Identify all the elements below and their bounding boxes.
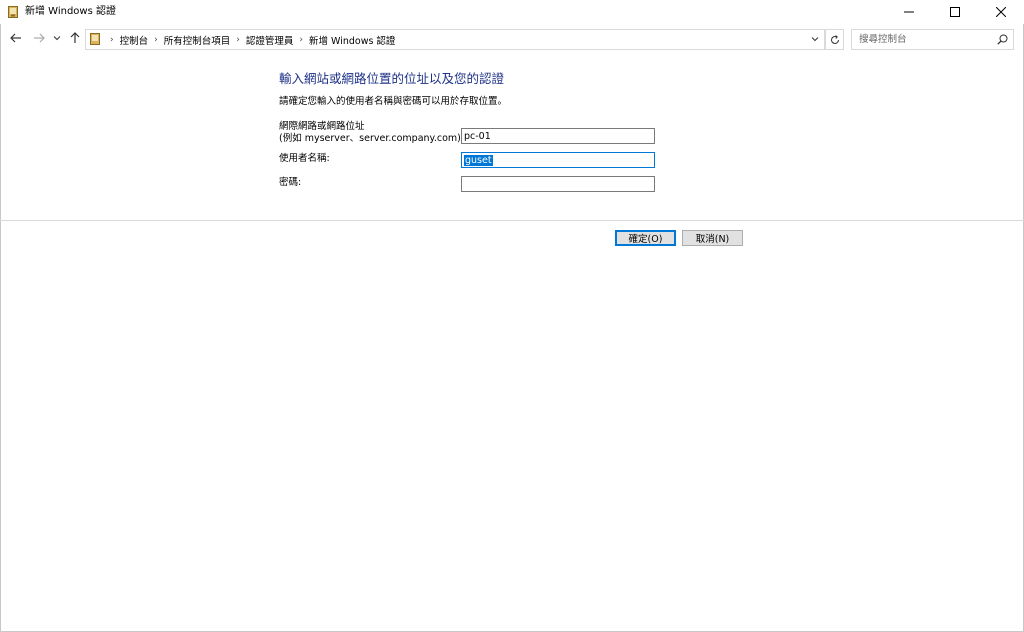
address-field[interactable]	[461, 128, 655, 144]
chevron-right-icon: ›	[236, 34, 240, 45]
page-subtitle: 請確定您輸入的使用者名稱與密碼可以用於存取位置。	[279, 96, 508, 107]
address-bar[interactable]: › 控制台 › 所有控制台項目 › 認證管理員 › 新增 Windows 認證	[85, 29, 825, 50]
username-selected-text: guset	[464, 154, 493, 166]
username-label: 使用者名稱:	[279, 153, 330, 164]
forward-button[interactable]	[31, 30, 47, 46]
ok-button[interactable]: 確定(O)	[615, 230, 676, 246]
arrow-left-icon	[10, 33, 21, 43]
minimize-button[interactable]	[886, 0, 932, 24]
title-bar: 新增 Windows 認證	[0, 0, 1024, 24]
breadcrumb-add-windows-credential[interactable]: 新增 Windows 認證	[309, 33, 395, 47]
window-frame	[0, 0, 1024, 632]
recent-locations-button[interactable]	[51, 30, 63, 46]
address-label-line1: 網際網路或網路位址	[279, 121, 365, 132]
chevron-right-icon: ›	[154, 34, 158, 45]
breadcrumb: › 控制台 › 所有控制台項目 › 認證管理員 › 新增 Windows 認證	[104, 32, 395, 47]
arrow-up-icon	[70, 32, 80, 43]
chevron-right-icon: ›	[299, 34, 303, 45]
address-dropdown-button[interactable]	[810, 33, 820, 45]
arrow-right-icon	[34, 33, 45, 43]
close-button[interactable]	[978, 0, 1024, 24]
page-heading: 輸入網站或網路位置的位址以及您的認證	[279, 71, 505, 86]
minimize-icon	[904, 11, 914, 13]
breadcrumb-control-panel[interactable]: 控制台	[120, 33, 149, 47]
control-panel-icon	[90, 33, 100, 45]
maximize-button[interactable]	[932, 0, 978, 24]
divider	[0, 220, 1024, 221]
search-box[interactable]	[851, 29, 1014, 50]
chevron-down-icon	[53, 36, 61, 41]
credential-manager-icon	[8, 6, 18, 18]
search-icon	[997, 34, 1008, 45]
cancel-button[interactable]: 取消(N)	[682, 230, 743, 246]
breadcrumb-credential-manager[interactable]: 認證管理員	[246, 33, 294, 47]
search-input[interactable]	[852, 30, 994, 49]
password-field[interactable]	[461, 176, 655, 192]
refresh-button[interactable]	[825, 29, 844, 50]
address-label-line2: (例如 myserver、server.company.com):	[279, 133, 465, 144]
address-label: 網際網路或網路位址 (例如 myserver、server.company.co…	[279, 121, 464, 145]
window-title: 新增 Windows 認證	[25, 6, 116, 17]
username-field[interactable]: guset	[461, 152, 655, 168]
close-icon	[996, 7, 1006, 17]
breadcrumb-all-items[interactable]: 所有控制台項目	[164, 33, 231, 47]
password-label: 密碼:	[279, 177, 302, 188]
back-button[interactable]	[8, 30, 24, 46]
maximize-icon	[950, 7, 960, 17]
chevron-right-icon: ›	[110, 34, 114, 45]
chevron-down-icon	[811, 37, 819, 42]
navigation-bar: › 控制台 › 所有控制台項目 › 認證管理員 › 新增 Windows 認證	[0, 27, 1024, 51]
refresh-icon	[830, 34, 839, 44]
up-button[interactable]	[67, 30, 83, 46]
